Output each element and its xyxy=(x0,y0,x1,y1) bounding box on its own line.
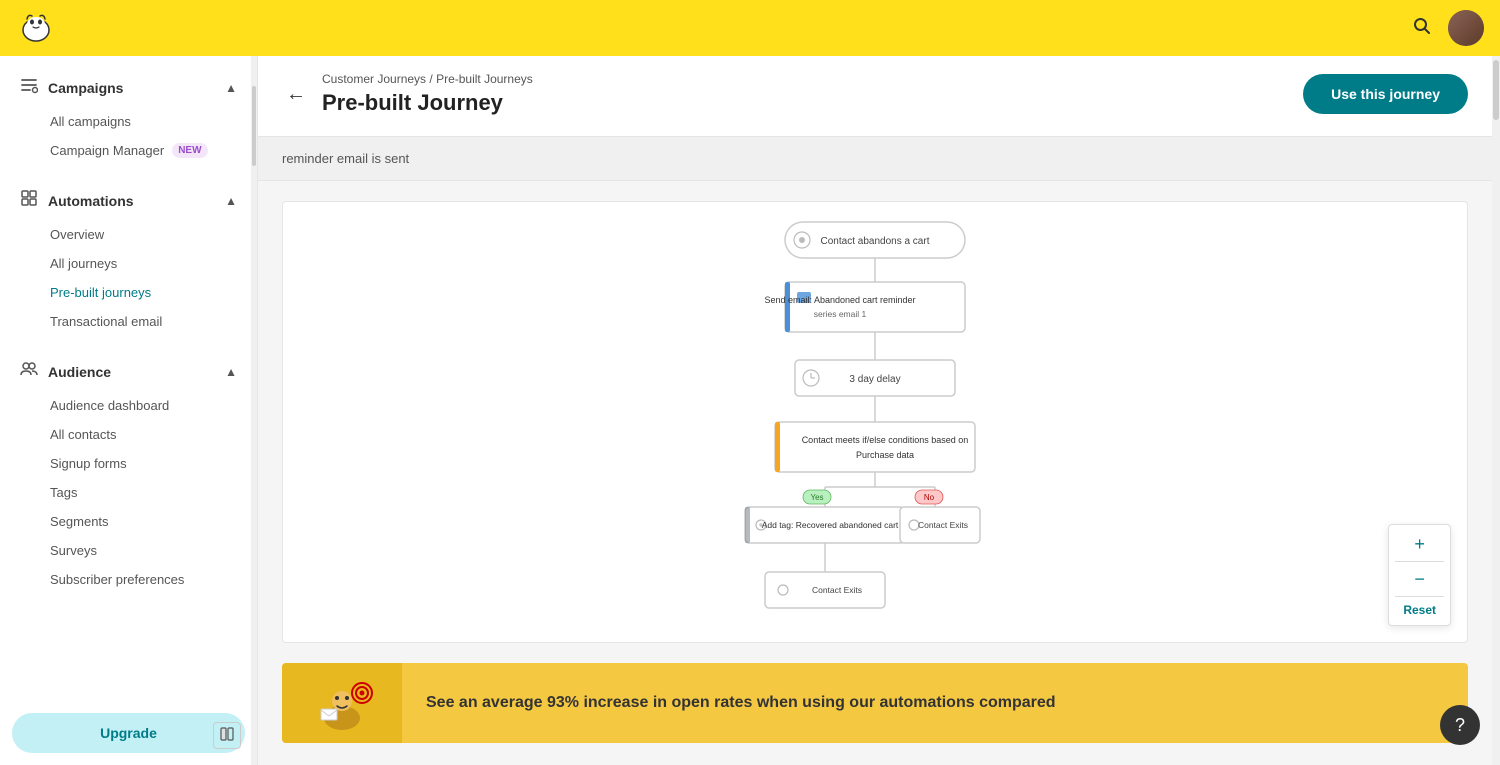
description-strip: reminder email is sent xyxy=(258,137,1492,181)
zoom-reset-button[interactable]: Reset xyxy=(1389,599,1450,621)
sidebar-item-subscriber-preferences[interactable]: Subscriber preferences xyxy=(0,565,257,594)
page-title: Pre-built Journey xyxy=(322,90,533,116)
main-content: ← Customer Journeys / Pre-built Journeys… xyxy=(258,56,1492,765)
audience-chevron: ▲ xyxy=(225,365,237,379)
sidebar-item-segments[interactable]: Segments xyxy=(0,507,257,536)
audience-title: Audience xyxy=(48,364,111,380)
audience-header[interactable]: Audience ▲ xyxy=(0,352,257,391)
sidebar-item-audience-dashboard[interactable]: Audience dashboard xyxy=(0,391,257,420)
page-header: ← Customer Journeys / Pre-built Journeys… xyxy=(258,56,1492,137)
zoom-out-button[interactable]: − xyxy=(1400,564,1439,594)
sidebar-scrollbar-thumb xyxy=(252,86,256,166)
search-button[interactable] xyxy=(1412,16,1432,41)
automations-icon xyxy=(20,189,38,212)
svg-text:Contact Exits: Contact Exits xyxy=(812,585,862,595)
sidebar-item-overview[interactable]: Overview xyxy=(0,220,257,249)
page-header-left: ← Customer Journeys / Pre-built Journeys… xyxy=(282,72,533,116)
main-scrollbar-thumb xyxy=(1493,60,1499,120)
svg-text:Contact meets if/else conditio: Contact meets if/else conditions based o… xyxy=(802,435,969,445)
campaigns-header[interactable]: Campaigns ▲ xyxy=(0,68,257,107)
sidebar: Campaigns ▲ All campaigns Campaign Manag… xyxy=(0,56,258,765)
use-journey-button[interactable]: Use this journey xyxy=(1303,74,1468,114)
topbar xyxy=(0,0,1500,56)
automations-header[interactable]: Automations ▲ xyxy=(0,181,257,220)
campaigns-title: Campaigns xyxy=(48,80,123,96)
sidebar-scrollbar xyxy=(251,56,257,765)
promo-image xyxy=(282,663,402,743)
topbar-logo xyxy=(16,6,56,51)
svg-text:Send email: Abandoned cart rem: Send email: Abandoned cart reminder xyxy=(764,295,915,305)
svg-text:Add tag: Recovered abandoned c: Add tag: Recovered abandoned cart xyxy=(762,520,899,530)
svg-text:series email 1: series email 1 xyxy=(814,309,867,319)
page-title-group: Customer Journeys / Pre-built Journeys P… xyxy=(322,72,533,116)
promo-text: See an average 93% increase in open rate… xyxy=(402,678,1080,728)
zoom-divider-2 xyxy=(1395,596,1444,597)
sidebar-item-all-journeys[interactable]: All journeys xyxy=(0,249,257,278)
topbar-right xyxy=(1412,10,1484,46)
svg-text:Contact abandons a cart: Contact abandons a cart xyxy=(821,236,930,247)
sidebar-item-prebuilt-journeys[interactable]: Pre-built journeys xyxy=(0,278,257,307)
zoom-in-button[interactable]: + xyxy=(1400,529,1439,559)
campaigns-chevron: ▲ xyxy=(225,81,237,95)
collapse-sidebar-button[interactable] xyxy=(213,722,241,749)
automations-title: Automations xyxy=(48,193,134,209)
automations-chevron: ▲ xyxy=(225,194,237,208)
svg-text:No: No xyxy=(924,493,935,502)
sidebar-item-surveys[interactable]: Surveys xyxy=(0,536,257,565)
help-button[interactable]: ? xyxy=(1440,705,1480,745)
sidebar-item-tags[interactable]: Tags xyxy=(0,478,257,507)
sidebar-item-all-campaigns[interactable]: All campaigns xyxy=(0,107,257,136)
journey-canvas[interactable]: Contact abandons a cart Send email: Aban… xyxy=(283,202,1467,642)
svg-text:3 day delay: 3 day delay xyxy=(849,374,900,385)
breadcrumb[interactable]: Customer Journeys / Pre-built Journeys xyxy=(322,72,533,86)
campaigns-icon xyxy=(20,76,38,99)
sidebar-section-campaigns: Campaigns ▲ All campaigns Campaign Manag… xyxy=(0,56,257,169)
avatar[interactable] xyxy=(1448,10,1484,46)
zoom-controls: + − Reset xyxy=(1388,524,1451,626)
svg-text:Contact Exits: Contact Exits xyxy=(918,520,968,530)
sidebar-item-transactional-email[interactable]: Transactional email xyxy=(0,307,257,336)
audience-icon xyxy=(20,360,38,383)
sidebar-section-audience: Audience ▲ Audience dashboard All contac… xyxy=(0,340,257,598)
journey-area: Contact abandons a cart Send email: Aban… xyxy=(282,201,1468,643)
sidebar-item-all-contacts[interactable]: All contacts xyxy=(0,420,257,449)
journey-diagram: Contact abandons a cart Send email: Aban… xyxy=(675,212,1075,632)
sidebar-item-campaign-manager[interactable]: Campaign Manager New xyxy=(0,136,257,165)
back-button[interactable]: ← xyxy=(282,79,310,110)
svg-text:Yes: Yes xyxy=(810,493,823,502)
upgrade-button[interactable]: Upgrade xyxy=(12,713,245,753)
campaign-manager-badge: New xyxy=(172,143,207,158)
promo-banner: See an average 93% increase in open rate… xyxy=(282,663,1468,743)
sidebar-section-automations: Automations ▲ Overview All journeys Pre-… xyxy=(0,169,257,340)
sidebar-item-signup-forms[interactable]: Signup forms xyxy=(0,449,257,478)
main-scrollbar[interactable] xyxy=(1492,56,1500,765)
zoom-divider xyxy=(1395,561,1444,562)
svg-text:Purchase data: Purchase data xyxy=(856,450,914,460)
